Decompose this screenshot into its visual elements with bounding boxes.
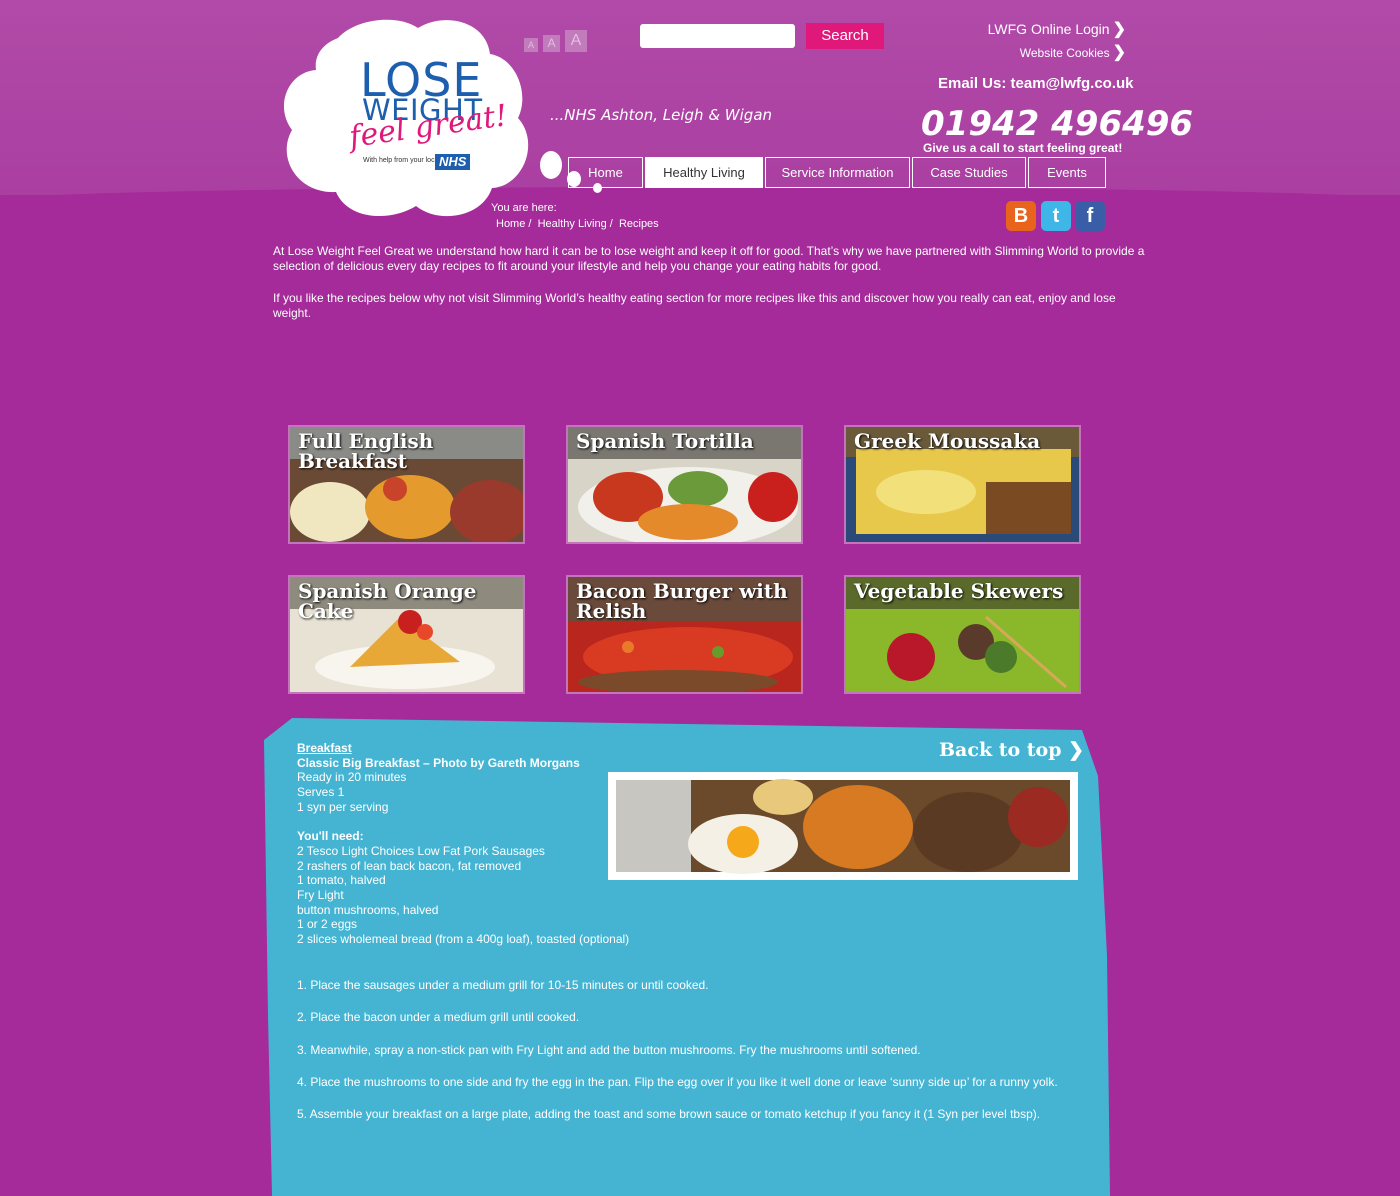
ingredient-item: 2 rashers of lean back bacon, fat remove…	[297, 858, 522, 873]
breadcrumb-home[interactable]: Home	[496, 218, 525, 230]
recipe-card-title: Spanish Tortilla	[576, 429, 754, 453]
recipe-card-title: Spanish Orange Cake	[298, 579, 477, 623]
ingredient-item: 2 Tesco Light Choices Low Fat Pork Sausa…	[297, 843, 545, 858]
login-link-row: LWFG Online Login ❯	[988, 19, 1126, 39]
recipe-step: 5. Assemble your breakfast on a large pl…	[297, 1107, 1041, 1122]
tab-case-studies[interactable]: Case Studies	[912, 157, 1026, 188]
recipe-card-spanish-tortilla[interactable]: Spanish Tortilla	[568, 427, 801, 542]
breadcrumb-label: You are here:	[491, 202, 557, 214]
chevron-right-icon: ❯	[1068, 739, 1085, 761]
recipe-card-title: Full English Breakfast	[298, 429, 434, 473]
intro-paragraph-2: If you like the recipes below why not vi…	[273, 291, 1153, 321]
phone-number: 01942 496496	[921, 104, 1194, 144]
font-size-large-button[interactable]: A	[565, 30, 587, 52]
font-size-small-button[interactable]: A	[524, 38, 538, 52]
online-prefix: LWFG Online	[987, 21, 1072, 37]
recipe-step: 3. Meanwhile, spray a non-stick pan with…	[297, 1042, 921, 1057]
main-nav: Home Healthy Living Service Information …	[0, 157, 1400, 188]
tab-events[interactable]: Events	[1028, 157, 1106, 188]
recipe-serves: Serves 1	[297, 785, 345, 800]
recipe-card-vegetable-skewers[interactable]: Vegetable Skewers	[846, 577, 1079, 692]
email-contact[interactable]: Email Us: team@lwfg.co.uk	[938, 75, 1134, 92]
recipe-step: 1. Place the sausages under a medium gri…	[297, 978, 709, 992]
recipe-card-full-english-breakfast[interactable]: Full English Breakfast	[290, 427, 523, 542]
recipe-detail: Breakfast Classic Big Breakfast – Photo …	[297, 741, 629, 947]
recipe-step: 4. Place the mushrooms to one side and f…	[297, 1074, 1058, 1089]
recipe-card-spanish-orange-cake[interactable]: Spanish Orange Cake	[290, 577, 523, 692]
recipe-card-greek-moussaka[interactable]: Greek Moussaka	[846, 427, 1079, 542]
ingredient-item: 1 or 2 eggs	[297, 917, 358, 932]
recipe-syn: 1 syn per serving	[297, 799, 389, 814]
ingredients-heading: You'll need:	[297, 829, 364, 844]
recipe-step: 2. Place the bacon under a medium grill …	[297, 1010, 580, 1025]
recipe-card-title: Vegetable Skewers	[854, 579, 1064, 603]
recipe-card-title: Greek Moussaka	[854, 429, 1041, 453]
tab-service-information[interactable]: Service Information	[765, 157, 910, 188]
ingredient-item: 2 slices wholemeal bread (from a 400g lo…	[297, 932, 630, 947]
intro-p2-prefix: If you like the recipes below why not vi…	[273, 291, 989, 305]
search-input[interactable]	[640, 24, 795, 48]
phone-subtext: Give us a call to start feeling great!	[923, 141, 1123, 155]
recipe-title: Classic Big Breakfast – Photo by Gareth …	[297, 755, 580, 770]
twitter-icon[interactable]: t	[1041, 201, 1071, 231]
intro-text: At Lose Weight Feel Great we understand …	[273, 244, 1153, 321]
login-link[interactable]: Login	[1075, 21, 1109, 37]
breadcrumb: Home / Healthy Living / Recipes	[496, 218, 659, 230]
ingredient-item: button mushrooms, halved	[297, 902, 439, 917]
back-to-top-link[interactable]: Back to top ❯	[939, 739, 1084, 761]
tagline: ...NHS Ashton, Leigh & Wigan	[550, 106, 773, 124]
back-to-top-label: Back to top	[939, 739, 1062, 761]
blogger-icon[interactable]: B	[1006, 201, 1036, 231]
classic-breakfast-photo	[608, 772, 1078, 880]
site-logo[interactable]: LOSE WEIGHT feel great! With help from y…	[278, 16, 548, 221]
recipe-steps: 1. Place the sausages under a medium gri…	[297, 978, 1058, 1139]
recipe-card-bacon-burger-with-relish[interactable]: Bacon Burger with Relish	[568, 577, 801, 692]
facebook-icon[interactable]: f	[1075, 201, 1105, 231]
recipe-category-link[interactable]: Breakfast	[297, 741, 629, 756]
chevron-right-icon: ❯	[1112, 44, 1126, 61]
tab-home[interactable]: Home	[568, 157, 643, 188]
font-size-medium-button[interactable]: A	[543, 35, 560, 52]
tab-healthy-living[interactable]: Healthy Living	[645, 157, 763, 188]
recipe-card-title: Bacon Burger with Relish	[576, 579, 788, 623]
ingredient-item: Fry Light	[297, 888, 344, 903]
cookies-link-row: Website Cookies ❯	[1020, 42, 1126, 62]
intro-p2-suffix: .	[307, 306, 312, 320]
intro-paragraph-1: At Lose Weight Feel Great we understand …	[273, 244, 1145, 273]
breadcrumb-separator: /	[609, 218, 613, 230]
cookies-link[interactable]: Website Cookies	[1020, 46, 1110, 60]
ingredient-item: 1 tomato, halved	[297, 873, 386, 888]
breadcrumb-recipes: Recipes	[618, 218, 659, 230]
chevron-right-icon: ❯	[1112, 21, 1126, 38]
breadcrumb-separator: /	[528, 218, 532, 230]
recipe-ready-time: Ready in 20 minutes	[297, 770, 407, 785]
breadcrumb-healthy-living[interactable]: Healthy Living	[538, 218, 607, 230]
search-button[interactable]: Search	[806, 23, 884, 49]
